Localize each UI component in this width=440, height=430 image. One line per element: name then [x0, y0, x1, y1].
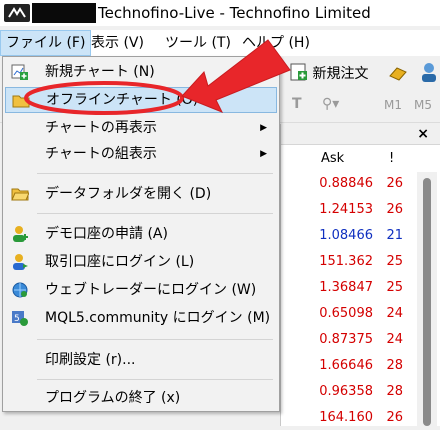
ask-price: 1.36847	[319, 280, 373, 295]
menu-item-label: チャートの組表示	[45, 146, 157, 162]
spread-value: 24	[386, 332, 403, 347]
ask-price: 164.160	[319, 410, 373, 425]
spread-value: 25	[386, 280, 403, 295]
spread-value: 28	[386, 358, 403, 373]
redacted-block	[32, 3, 96, 23]
market-watch-panel: × Ask ! 0.88846 26 1.24153 26 1.08466 21 151.3…	[280, 124, 440, 426]
table-row[interactable]: 1.36847 25	[281, 276, 409, 300]
menu-item-demo-account[interactable]: デモ口座の申請 (A)	[5, 221, 277, 247]
shapes-tool-icon[interactable]: ⚲▾	[322, 96, 339, 112]
menu-help[interactable]: ヘルプ (H)	[237, 30, 315, 56]
ask-price: 0.88846	[319, 176, 373, 191]
spread-value: 25	[386, 254, 403, 269]
menu-file[interactable]: ファイル (F)	[0, 30, 92, 56]
login-icon	[13, 254, 28, 270]
table-row[interactable]: 151.362 25	[281, 250, 409, 274]
menu-tools[interactable]: ツール (T)	[160, 30, 236, 56]
menu-item-label: チャートの再表示	[45, 120, 157, 136]
ask-price: 1.08466	[319, 228, 373, 243]
table-row[interactable]: 0.88846 26	[281, 172, 409, 196]
svg-text:5: 5	[14, 314, 20, 324]
menu-item-open-data-folder[interactable]: データフォルダを開く (D)	[5, 181, 277, 207]
new-order-label: 新規注文	[312, 66, 369, 82]
account-icon[interactable]	[420, 62, 440, 84]
new-order-button[interactable]: 新規注文	[290, 63, 368, 83]
menu-item-label: デモ口座の申請 (A)	[45, 226, 168, 242]
ask-price: 1.24153	[319, 202, 373, 217]
menu-item-print-setup[interactable]: 印刷設定 (r)...	[5, 347, 277, 373]
menu-item-label: 新規チャート (N)	[45, 64, 155, 80]
menu-item-login-webtrader[interactable]: ウェブトレーダーにログイン (W)	[5, 277, 277, 303]
offline-chart-folder-icon	[12, 95, 30, 108]
market-watch-header: ×	[281, 124, 440, 145]
table-row[interactable]: 0.65098 24	[281, 302, 409, 326]
menu-separator	[37, 213, 273, 214]
column-header-ask[interactable]: Ask	[321, 146, 344, 172]
text-tool-icon[interactable]: T	[292, 96, 302, 112]
table-row[interactable]: 1.08466 21	[281, 224, 409, 248]
table-row[interactable]: 164.160 26	[281, 406, 409, 430]
ask-price: 1.66646	[319, 358, 373, 373]
menu-separator	[37, 379, 273, 380]
new-order-icon	[290, 63, 307, 81]
menu-item-label: 取引口座にログイン (L)	[45, 254, 195, 270]
close-icon[interactable]: ×	[417, 124, 429, 144]
menu-item-label: オフラインチャート (O)	[46, 92, 199, 108]
menu-item-label: データフォルダを開く (D)	[45, 186, 212, 202]
ask-price: 0.65098	[319, 306, 373, 321]
mql5-icon: 5	[12, 311, 28, 326]
menu-item-label: 印刷設定 (r)...	[45, 352, 136, 368]
menu-separator	[37, 339, 273, 340]
menu-item-redisplay-chart[interactable]: チャートの再表示 ▶	[5, 115, 277, 141]
menu-item-new-chart[interactable]: 新規チャート (N)	[5, 59, 277, 85]
spread-value: 24	[386, 306, 403, 321]
menu-item-login-trading[interactable]: 取引口座にログイン (L)	[5, 249, 277, 275]
table-row[interactable]: 0.96358 28	[281, 380, 409, 404]
menu-item-offline-chart[interactable]: オフラインチャート (O)	[5, 87, 277, 113]
ask-price: 151.362	[319, 254, 373, 269]
app-logo-icon	[4, 4, 30, 22]
window-title: Technofino-Live - Technofino Limited	[98, 4, 371, 22]
spread-value: 21	[386, 228, 403, 243]
webtrader-icon	[12, 282, 28, 298]
submenu-arrow-icon: ▶	[260, 123, 267, 133]
ask-price: 0.87375	[319, 332, 373, 347]
spread-value: 26	[386, 202, 403, 217]
gold-bar-icon[interactable]	[388, 64, 408, 82]
column-header-spread[interactable]: !	[389, 146, 394, 172]
table-row[interactable]: 1.24153 26	[281, 198, 409, 222]
table-row[interactable]: 0.87375 24	[281, 328, 409, 352]
menu-item-label: ウェブトレーダーにログイン (W)	[45, 282, 257, 298]
menu-separator	[37, 173, 273, 174]
m1-button[interactable]: M1	[384, 98, 402, 112]
demo-account-icon	[13, 226, 28, 242]
menu-item-chart-sets[interactable]: チャートの組表示 ▶	[5, 141, 277, 167]
folder-icon	[11, 188, 29, 201]
ask-price: 0.96358	[319, 384, 373, 399]
new-chart-icon	[11, 64, 28, 80]
submenu-arrow-icon: ▶	[260, 149, 267, 159]
menu-bar: ファイル (F) 表示 (V) ツール (T) ヘルプ (H)	[0, 30, 440, 56]
menu-view[interactable]: 表示 (V)	[86, 30, 149, 56]
table-row[interactable]: 1.66646 28	[281, 354, 409, 378]
menu-item-label: プログラムの終了 (x)	[45, 390, 181, 406]
scrollbar[interactable]	[417, 172, 437, 426]
title-bar: Technofino-Live - Technofino Limited	[0, 0, 440, 26]
file-menu: 新規チャート (N) オフラインチャート (O) チャートの再表示 ▶ チャート…	[2, 56, 280, 412]
spread-value: 26	[386, 410, 403, 425]
scrollbar-thumb[interactable]	[423, 178, 431, 426]
spread-value: 26	[386, 176, 403, 191]
spread-value: 28	[386, 384, 403, 399]
menu-item-exit[interactable]: プログラムの終了 (x)	[5, 385, 277, 411]
m5-button[interactable]: M5	[414, 98, 432, 112]
menu-item-login-mql5[interactable]: 5 MQL5.community にログイン (M)	[5, 305, 277, 331]
menu-item-label: MQL5.community にログイン (M)	[45, 310, 271, 326]
